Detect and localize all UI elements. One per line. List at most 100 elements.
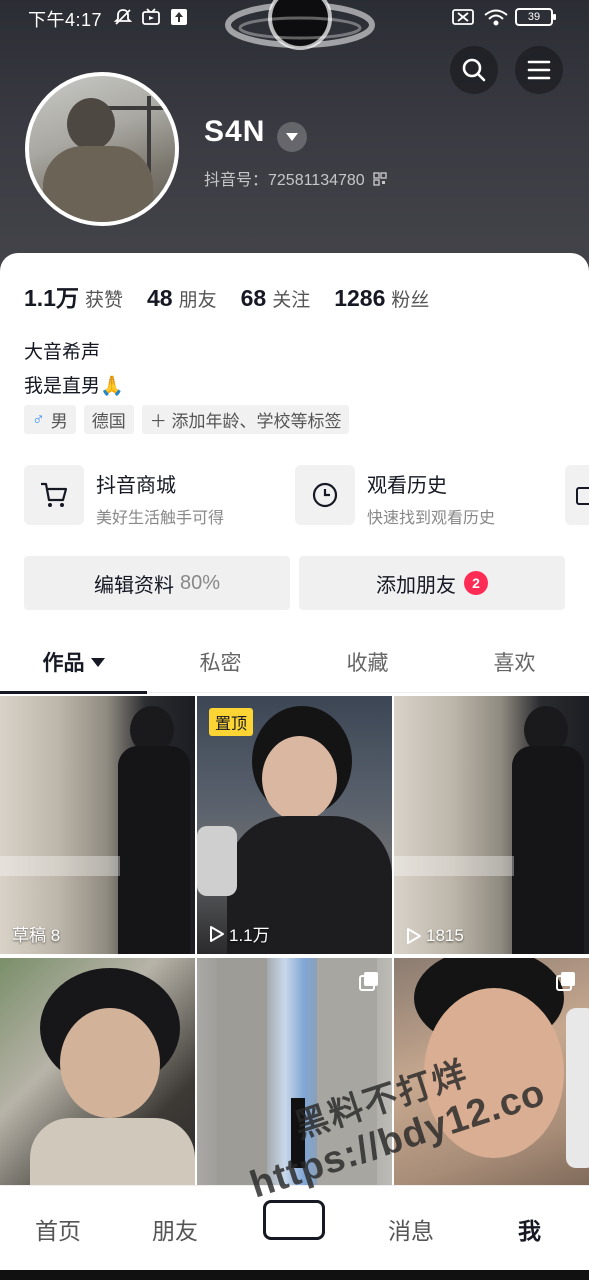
tab-label: 私密 <box>199 652 242 675</box>
caret-down-icon <box>90 658 105 668</box>
tag-add-label: ＋ 添加年龄、学校等标签 <box>149 412 342 431</box>
stat-label: 朋友 <box>178 290 217 311</box>
douyin-id-text: 抖音号：72581134780 <box>204 172 365 189</box>
thumb-figure-face <box>262 736 337 821</box>
sim-icon <box>452 6 474 28</box>
video-thumbnail[interactable]: 1815 <box>394 696 589 954</box>
tab-label: 收藏 <box>346 652 389 675</box>
stat-number: 1286 <box>334 285 386 311</box>
stat-likes[interactable]: 1.1万 获赞 <box>24 279 123 313</box>
service-mall[interactable]: 抖音商城 美好生活触手可得 <box>24 465 224 527</box>
bottom-navigation: 首页 朋友 消息 我 <box>0 1185 589 1280</box>
thumb-figure-body <box>512 746 584 954</box>
status-bar: 下午4:17 39 <box>0 0 589 34</box>
qr-code-icon <box>373 172 387 186</box>
multi-image-icon <box>556 972 575 991</box>
clock-icon <box>295 465 355 525</box>
draft-count: 草稿 8 <box>12 926 61 945</box>
stat-label: 关注 <box>272 290 311 311</box>
tag-add-button[interactable]: ＋ 添加年龄、学校等标签 <box>141 405 350 434</box>
play-icon <box>407 928 421 944</box>
thumb-figure-face <box>424 988 564 1158</box>
thumb-phone <box>566 1008 589 1168</box>
service-title: 观看历史 <box>367 475 447 497</box>
play-count: 1815 <box>406 926 464 946</box>
avatar[interactable] <box>25 72 179 226</box>
menu-icon <box>527 60 551 80</box>
mute-icon <box>112 6 134 28</box>
thumb-pillar <box>317 958 377 1216</box>
content-tabs: 作品 私密 收藏 喜欢 <box>0 643 589 694</box>
status-time: 下午4:17 <box>28 10 103 30</box>
thumb-figure <box>291 1098 305 1168</box>
stat-number: 1.1万 <box>24 285 79 311</box>
profile-card: 1.1万 获赞 48 朋友 68 关注 1286 粉丝 大音希声 我是直男🙏 ♂… <box>0 253 589 1280</box>
douyin-id[interactable]: 抖音号：72581134780 <box>204 166 387 190</box>
nav-friends[interactable]: 朋友 <box>152 1212 198 1246</box>
menu-button[interactable] <box>515 46 563 94</box>
video-thumbnail[interactable] <box>394 958 589 1216</box>
thumb-car <box>197 826 237 896</box>
services-row: 抖音商城 美好生活触手可得 观看历史 快速找到观看历史 <box>24 465 589 527</box>
stat-following[interactable]: 68 关注 <box>241 285 311 312</box>
folder-icon <box>565 465 589 525</box>
bio-line-2: 我是直男🙏 <box>24 376 124 397</box>
service-more[interactable] <box>565 465 589 527</box>
account-switch-button[interactable] <box>277 122 307 152</box>
tab-favorites[interactable]: 收藏 <box>294 643 441 693</box>
avatar-head <box>67 98 115 150</box>
service-subtitle: 美好生活触手可得 <box>96 510 225 527</box>
tag-gender[interactable]: ♂ 男 <box>24 405 76 434</box>
tab-works[interactable]: 作品 <box>0 643 147 694</box>
stats-row: 1.1万 获赞 48 朋友 68 关注 1286 粉丝 <box>24 279 453 313</box>
tab-label: 喜欢 <box>493 652 536 675</box>
tab-likes[interactable]: 喜欢 <box>441 643 588 693</box>
stat-friends[interactable]: 48 朋友 <box>147 285 217 312</box>
multi-image-icon <box>359 972 378 991</box>
stat-label: 粉丝 <box>391 290 430 311</box>
tag-country[interactable]: 德国 <box>83 405 134 434</box>
search-button[interactable] <box>450 46 498 94</box>
video-thumbnail[interactable]: 草稿 8 <box>0 696 195 954</box>
add-friend-button[interactable]: 添加朋友 2 <box>299 556 565 610</box>
edit-profile-button[interactable]: 编辑资料 80% <box>24 556 290 610</box>
service-subtitle: 快速找到观看历史 <box>367 510 496 527</box>
thumb-railing <box>0 856 120 876</box>
nav-home[interactable]: 首页 <box>35 1212 81 1246</box>
play-count: 1.1万 <box>209 921 270 946</box>
tab-private[interactable]: 私密 <box>147 643 294 693</box>
stat-number: 48 <box>147 285 173 311</box>
upload-icon <box>168 6 190 28</box>
bio-line-1: 大音希声 <box>24 342 101 363</box>
system-home-bar <box>0 1270 589 1280</box>
video-thumbnail[interactable]: 置顶 1.1万 <box>197 696 392 954</box>
nav-me[interactable]: 我 <box>518 1212 541 1246</box>
play-count-text: 1815 <box>426 926 464 945</box>
search-icon <box>462 58 486 82</box>
edit-profile-percent: 80% <box>179 571 221 594</box>
tv-icon <box>140 6 162 28</box>
profile-header: 下午4:17 39 S4N 抖音号：72581134780 <box>0 0 589 290</box>
nav-messages[interactable]: 消息 <box>388 1212 434 1246</box>
tag-country-label: 德国 <box>91 412 126 431</box>
create-button[interactable] <box>263 1200 325 1240</box>
video-thumbnail[interactable] <box>0 958 195 1216</box>
tag-gender-label: 男 <box>50 412 68 431</box>
draft-label: 草稿 8 <box>12 921 60 946</box>
tab-underline <box>0 691 147 694</box>
play-count-text: 1.1万 <box>229 926 270 945</box>
service-history[interactable]: 观看历史 快速找到观看历史 <box>295 465 495 527</box>
stat-label: 获赞 <box>84 290 123 311</box>
wifi-icon <box>482 6 510 28</box>
edit-profile-label: 编辑资料 <box>93 574 174 597</box>
thumb-pillar <box>217 958 267 1216</box>
stat-followers[interactable]: 1286 粉丝 <box>334 285 429 312</box>
chevron-down-icon <box>286 133 298 141</box>
stat-number: 68 <box>240 285 267 311</box>
battery-icon: 39 <box>515 8 556 26</box>
notification-badge: 2 <box>464 571 488 595</box>
thumb-figure-face <box>60 1008 160 1118</box>
video-thumbnail[interactable] <box>197 958 392 1216</box>
cart-icon <box>24 465 84 525</box>
male-icon: ♂ <box>32 409 45 429</box>
